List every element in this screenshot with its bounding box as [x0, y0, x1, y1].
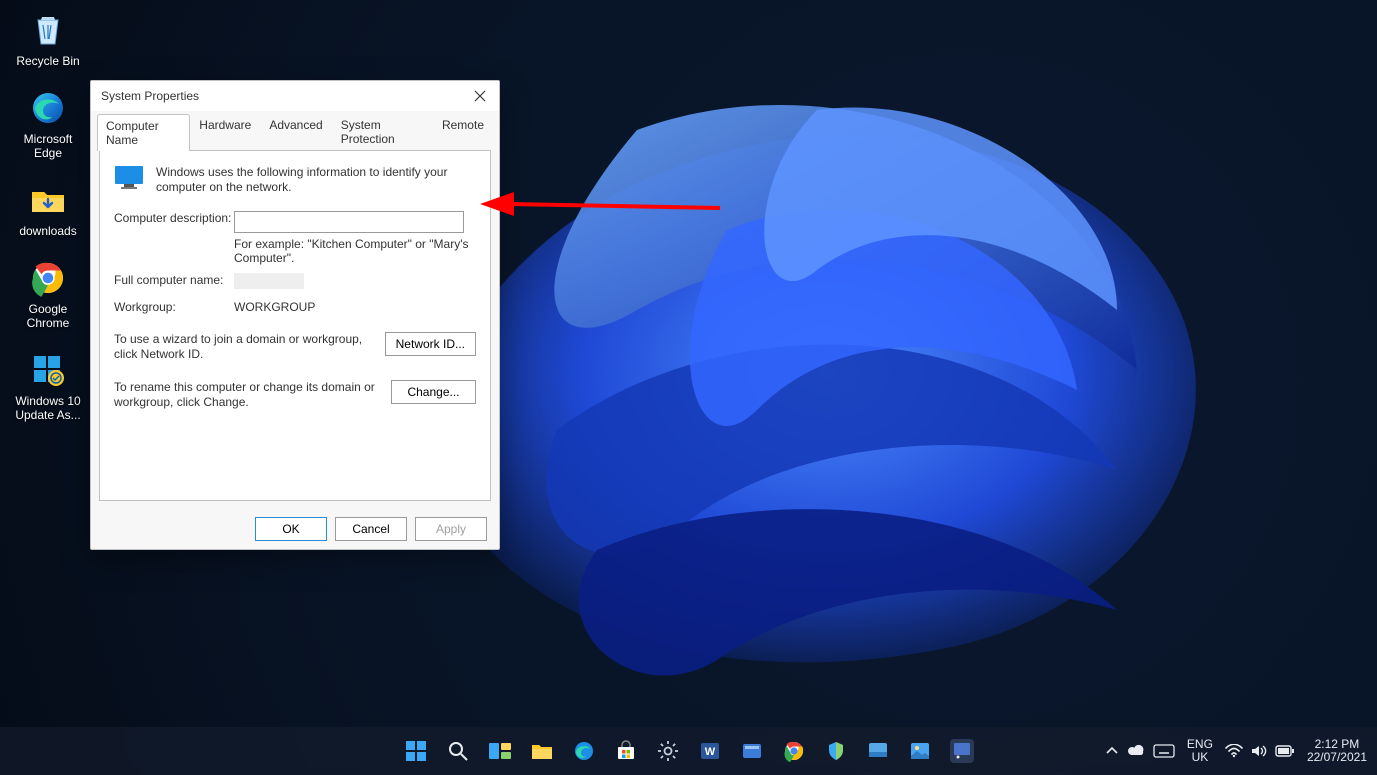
- taskbar: W ENG UK: [0, 727, 1377, 775]
- desktop-icon-label: Recycle Bin: [16, 54, 79, 68]
- taskbar-edge[interactable]: [568, 735, 600, 767]
- keyboard-icon[interactable]: [1153, 744, 1175, 758]
- fullname-label: Full computer name:: [114, 273, 234, 287]
- desktop-icon-label: Google Chrome: [8, 302, 88, 330]
- taskbar-file-explorer[interactable]: [526, 735, 558, 767]
- fullname-value-redacted: [234, 273, 304, 289]
- date: 22/07/2021: [1307, 751, 1367, 764]
- cancel-button[interactable]: Cancel: [335, 517, 407, 541]
- taskbar-security[interactable]: [820, 735, 852, 767]
- windows-start-icon: [405, 740, 427, 762]
- desc-label: Computer description:: [114, 211, 234, 225]
- wifi-icon[interactable]: [1225, 744, 1243, 758]
- desktop-icon-win10-update[interactable]: Windows 10 Update As...: [8, 350, 88, 422]
- desktop-icon-chrome[interactable]: Google Chrome: [8, 258, 88, 330]
- folder-downloads-icon: [28, 180, 68, 220]
- search-button[interactable]: [442, 735, 474, 767]
- store-icon: [615, 740, 637, 762]
- gear-icon: [657, 740, 679, 762]
- lang-region: UK: [1192, 751, 1209, 764]
- tab-remote[interactable]: Remote: [433, 113, 493, 150]
- start-button[interactable]: [400, 735, 432, 767]
- volume-icon[interactable]: [1251, 744, 1267, 758]
- desc-hint: For example: "Kitchen Computer" or "Mary…: [234, 237, 476, 265]
- system-properties-window: System Properties Computer Name Hardware…: [90, 80, 500, 550]
- desktop-icon-recycle-bin[interactable]: Recycle Bin: [8, 10, 88, 68]
- windows-update-icon: [28, 350, 68, 390]
- taskbar-chrome[interactable]: [778, 735, 810, 767]
- tab-hardware[interactable]: Hardware: [190, 113, 260, 150]
- window-title: System Properties: [101, 89, 199, 103]
- change-button[interactable]: Change...: [391, 380, 476, 404]
- taskbar-photos[interactable]: [904, 735, 936, 767]
- chrome-icon: [28, 258, 68, 298]
- search-icon: [447, 740, 469, 762]
- svg-text:W: W: [704, 746, 715, 758]
- taskbar-app-generic-1[interactable]: [736, 735, 768, 767]
- tab-computer-name[interactable]: Computer Name: [97, 114, 190, 151]
- change-text: To rename this computer or change its do…: [114, 380, 381, 410]
- close-button[interactable]: [467, 85, 493, 107]
- edge-icon: [573, 740, 595, 762]
- chrome-icon: [783, 740, 805, 762]
- desktop-icon-downloads[interactable]: downloads: [8, 180, 88, 238]
- titlebar[interactable]: System Properties: [91, 81, 499, 111]
- taskbar-store[interactable]: [610, 735, 642, 767]
- clock[interactable]: 2:12 PM 22/07/2021: [1307, 738, 1367, 764]
- ok-button[interactable]: OK: [255, 517, 327, 541]
- app-icon: [949, 738, 975, 764]
- onedrive-icon[interactable]: [1127, 744, 1145, 758]
- app-icon: [741, 740, 763, 762]
- taskbar-settings[interactable]: [652, 735, 684, 767]
- annotation-arrow: [480, 186, 720, 236]
- photos-icon: [909, 740, 931, 762]
- desktop-icon-label: Windows 10 Update As...: [8, 394, 88, 422]
- task-view-icon: [488, 740, 512, 762]
- taskbar-app-active[interactable]: [946, 735, 978, 767]
- recycle-bin-icon: [28, 10, 68, 50]
- battery-icon[interactable]: [1275, 745, 1295, 757]
- monitor-icon: [114, 165, 144, 189]
- dialog-buttons: OK Cancel Apply: [91, 509, 499, 549]
- tabstrip: Computer Name Hardware Advanced System P…: [91, 113, 499, 150]
- taskbar-right: ENG UK 2:12 PM 22/07/2021: [1105, 738, 1367, 764]
- networkid-text: To use a wizard to join a domain or work…: [114, 332, 375, 362]
- tab-advanced[interactable]: Advanced: [260, 113, 331, 150]
- taskbar-app-generic-2[interactable]: [862, 735, 894, 767]
- desktop-icon-edge[interactable]: Microsoft Edge: [8, 88, 88, 160]
- word-icon: W: [699, 740, 721, 762]
- taskbar-center: W: [400, 735, 978, 767]
- language-indicator[interactable]: ENG UK: [1187, 738, 1213, 764]
- tab-system-protection[interactable]: System Protection: [332, 113, 433, 150]
- file-explorer-icon: [530, 740, 554, 762]
- chevron-up-icon[interactable]: [1105, 744, 1119, 758]
- intro-text: Windows uses the following information t…: [156, 165, 476, 195]
- tab-sheet: Windows uses the following information t…: [99, 150, 491, 501]
- computer-description-input[interactable]: [234, 211, 464, 233]
- desktop-icon-label: downloads: [19, 224, 76, 238]
- taskbar-word[interactable]: W: [694, 735, 726, 767]
- close-icon: [474, 90, 486, 102]
- edge-icon: [28, 88, 68, 128]
- apply-button[interactable]: Apply: [415, 517, 487, 541]
- app-icon: [867, 740, 889, 762]
- desktop-icon-label: Microsoft Edge: [8, 132, 88, 160]
- workgroup-label: Workgroup:: [114, 300, 234, 314]
- network-id-button[interactable]: Network ID...: [385, 332, 476, 356]
- desktop-icons: Recycle Bin Microsoft Edge downloads Goo…: [8, 10, 88, 422]
- workgroup-value: WORKGROUP: [234, 300, 476, 314]
- task-view-button[interactable]: [484, 735, 516, 767]
- shield-icon: [825, 740, 847, 762]
